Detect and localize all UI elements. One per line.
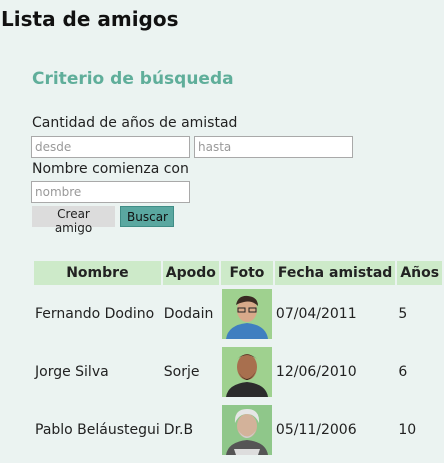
- friend-name: Jorge Silva: [35, 364, 109, 380]
- friend-nickname: Sorje: [163, 364, 200, 380]
- col-header-years: Años: [397, 261, 443, 285]
- page-title: Lista de amigos: [1, 7, 179, 31]
- table-row: Jorge Silva Sorje 12/06/2010 6: [34, 343, 442, 401]
- col-header-nickname: Apodo: [162, 261, 219, 285]
- friend-photo-image: [221, 347, 272, 397]
- name-label: Nombre comienza con: [32, 161, 189, 177]
- friend-nickname: Dodain: [163, 306, 214, 322]
- years-to-input[interactable]: [194, 136, 353, 158]
- friend-photo-image: [221, 405, 272, 455]
- search-criteria-title: Criterio de búsqueda: [32, 69, 234, 89]
- friendship-date: 07/04/2011: [275, 306, 357, 322]
- friendship-years: 5: [398, 306, 408, 322]
- col-header-date: Fecha amistad: [274, 261, 396, 285]
- create-friend-button[interactable]: Crear amigo: [32, 206, 115, 235]
- friendship-date: 05/11/2006: [275, 422, 357, 438]
- table-header-row: Nombre Apodo Foto Fecha amistad Años: [34, 261, 443, 285]
- col-header-photo: Foto: [220, 261, 273, 285]
- friend-photo: [221, 401, 273, 459]
- friend-name: Fernando Dodino: [35, 306, 155, 322]
- friend-photo: [221, 343, 273, 401]
- friend-photo: [221, 285, 273, 343]
- years-from-input[interactable]: [31, 136, 190, 158]
- years-label: Cantidad de años de amistad: [32, 115, 238, 131]
- search-button[interactable]: Buscar: [120, 206, 174, 227]
- table-row: Fernando Dodino Dodain 07/04/2011 5: [34, 285, 442, 343]
- friendship-years: 6: [398, 364, 408, 380]
- friend-photo-image: [221, 289, 272, 339]
- friendship-years: 10: [398, 422, 417, 438]
- table-row: Pablo Beláustegui Dr.B 05/11/2006 10: [34, 401, 442, 459]
- name-input[interactable]: [31, 181, 190, 203]
- friend-name: Pablo Beláustegui: [35, 422, 160, 438]
- friendship-date: 12/06/2010: [275, 364, 357, 380]
- friend-nickname: Dr.B: [163, 422, 194, 438]
- friends-table: Nombre Apodo Foto Fecha amistad Años Fer…: [32, 261, 444, 459]
- col-header-name: Nombre: [34, 261, 161, 285]
